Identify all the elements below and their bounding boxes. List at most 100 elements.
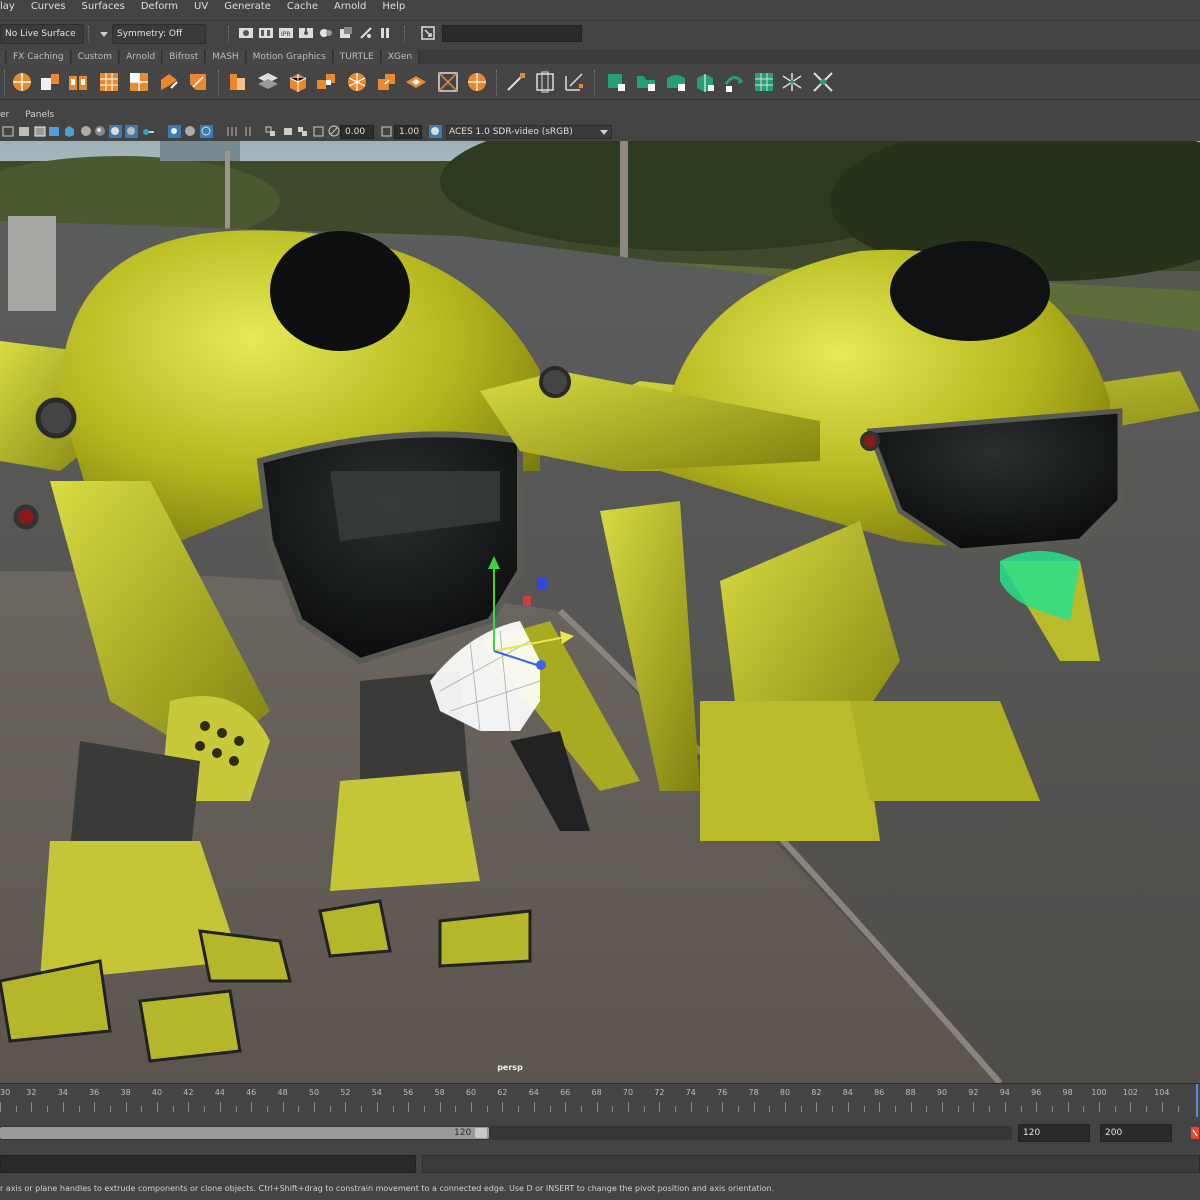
view-transform-dropdown[interactable]: ACES 1.0 SDR-video (sRGB) (446, 125, 612, 139)
shelf-tab-turtle[interactable]: TURTLE (333, 50, 381, 64)
shelf-tab-custom[interactable]: Custom (71, 50, 120, 64)
multicut-icon[interactable] (436, 70, 460, 94)
menu-item-uv[interactable]: UV (186, 0, 216, 14)
panel-menu-panels[interactable]: Panels (17, 108, 62, 122)
field-chart-icon[interactable] (296, 125, 309, 138)
playback-end-field[interactable]: 120 (1018, 1124, 1090, 1142)
gamma-field[interactable]: 1.00 (394, 125, 422, 139)
multisample-aa-icon[interactable] (125, 125, 138, 138)
target-weld-icon[interactable] (504, 70, 528, 94)
quick-search-field[interactable] (442, 25, 582, 42)
time-tick-label: 32 (26, 1088, 37, 1097)
panel-menu-renderer[interactable]: er (0, 108, 17, 122)
auto-uv-icon[interactable] (604, 70, 628, 94)
range-bar[interactable] (0, 1127, 489, 1139)
menu-item-cache[interactable]: Cache (279, 0, 326, 14)
pin-uv-icon[interactable] (752, 70, 776, 94)
shelf-tab-xgen[interactable]: XGen (381, 50, 420, 64)
grid-uv-icon[interactable] (780, 70, 804, 94)
smooth-shade-icon[interactable] (18, 125, 31, 138)
bevel-icon[interactable] (186, 70, 210, 94)
menu-item-surfaces[interactable]: Surfaces (74, 0, 133, 14)
unfold-icon[interactable] (634, 70, 658, 94)
color-management-icon[interactable] (429, 125, 442, 138)
resolution-gate-icon[interactable] (264, 125, 277, 138)
time-tick (785, 1102, 786, 1112)
shelf-tab-bifrost[interactable]: Bifrost (163, 50, 206, 64)
shelf-tab-mash[interactable]: MASH (206, 50, 246, 64)
uv-editor-icon[interactable] (533, 70, 557, 94)
menu-item-arnold[interactable]: Arnold (326, 0, 374, 14)
symmetry-field[interactable]: Symmetry: Off (112, 24, 206, 44)
gate-mask-icon[interactable] (282, 125, 295, 138)
xray-joints-icon[interactable] (200, 125, 213, 138)
bridge-icon[interactable] (256, 70, 280, 94)
menu-item-curves[interactable]: Curves (23, 0, 74, 14)
manipulator-z-handle[interactable] (536, 660, 546, 670)
quad-draw-icon[interactable] (465, 70, 489, 94)
exposure-field[interactable]: 0.00 (340, 125, 374, 139)
manipulator-plane-handle[interactable] (537, 578, 547, 590)
smooth-icon[interactable] (314, 70, 338, 94)
gamma-icon[interactable] (380, 125, 393, 138)
perspective-viewport[interactable]: persp (0, 141, 1200, 1083)
animation-end-field[interactable]: 200 (1100, 1124, 1172, 1142)
hypershade-icon[interactable] (318, 25, 334, 41)
input-mode-icon[interactable] (420, 25, 436, 41)
shelf-tab-arnold[interactable]: Arnold (120, 50, 163, 64)
light-editor-icon[interactable] (358, 25, 374, 41)
wireframe-icon[interactable] (2, 125, 15, 138)
menu-item-display[interactable]: lay (0, 0, 23, 14)
fill-hole-icon[interactable] (404, 70, 428, 94)
command-input[interactable] (0, 1155, 416, 1173)
bend-icon[interactable] (375, 70, 399, 94)
menu-item-generate[interactable]: Generate (216, 0, 279, 14)
time-tick-label: 100 (1091, 1088, 1107, 1097)
symmetry-dropdown-arrow-icon[interactable] (100, 32, 108, 37)
render-frame-icon[interactable] (238, 25, 254, 41)
combine-icon[interactable] (127, 70, 151, 94)
boolean-icon[interactable] (345, 70, 369, 94)
layout-uv-icon[interactable] (664, 70, 688, 94)
poly-sphere-icon[interactable] (10, 70, 34, 94)
xray-icon[interactable] (184, 125, 197, 138)
menu-item-deform[interactable]: Deform (133, 0, 186, 14)
film-gate-icon[interactable] (244, 125, 257, 138)
poly-grid-icon[interactable] (97, 70, 121, 94)
safe-action-icon[interactable] (312, 125, 325, 138)
sew-uv-icon[interactable] (693, 70, 717, 94)
mirror-icon[interactable] (286, 70, 310, 94)
textured-icon[interactable] (48, 125, 61, 138)
cut-uv-icon[interactable] (722, 70, 746, 94)
current-time-indicator[interactable] (1196, 1084, 1198, 1117)
shelf-tab-hidden[interactable] (0, 50, 6, 64)
straighten-icon[interactable] (811, 70, 835, 94)
render-sequence-icon[interactable] (258, 25, 274, 41)
live-surface-field[interactable]: No Live Surface (0, 24, 84, 44)
use-all-lights-icon[interactable] (63, 125, 76, 138)
render-settings-icon[interactable] (298, 25, 314, 41)
ipr-render-icon[interactable]: IPR (278, 25, 294, 41)
shadows-icon[interactable] (80, 125, 93, 138)
wireframe-on-shaded-icon[interactable] (34, 125, 47, 138)
grid-toggle-icon[interactable] (226, 125, 239, 138)
shelf-tab-fx-caching[interactable]: FX Caching (7, 50, 71, 64)
time-tick (910, 1102, 912, 1112)
auto-key-icon[interactable] (1190, 1126, 1200, 1140)
extrude-icon[interactable] (226, 70, 250, 94)
range-end-handle[interactable] (475, 1128, 487, 1138)
menu-item-help[interactable]: Help (374, 0, 413, 14)
pause-icon[interactable] (377, 25, 393, 41)
separate-icon[interactable] (157, 70, 181, 94)
poly-cube-icon[interactable] (38, 70, 62, 94)
planar-map-icon[interactable] (562, 70, 586, 94)
render-setup-icon[interactable] (338, 25, 354, 41)
depth-of-field-icon[interactable] (142, 125, 155, 138)
shelf-tab-motion-graphics[interactable]: Motion Graphics (246, 50, 333, 64)
motion-blur-icon[interactable] (109, 125, 122, 138)
manipulator-plane-handle[interactable] (523, 596, 531, 606)
ambient-occlusion-icon[interactable] (94, 125, 107, 138)
poly-cylinder-icon[interactable] (66, 70, 90, 94)
isolate-select-icon[interactable] (168, 125, 181, 138)
time-slider[interactable]: 30 32 34 36 38 40 42 44 46 48 50 52 54 56 58 60 62 64 66 68… (0, 1083, 1200, 1117)
